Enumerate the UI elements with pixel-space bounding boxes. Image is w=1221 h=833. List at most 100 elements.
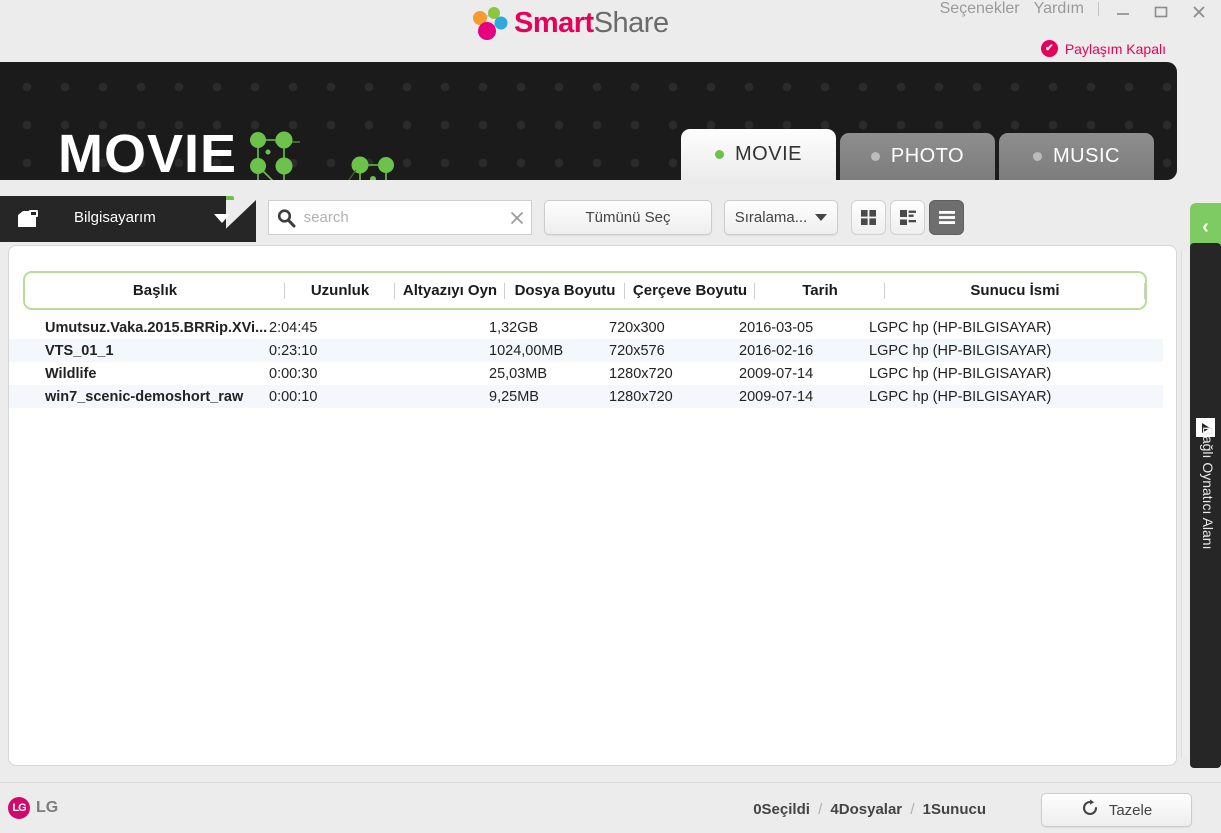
cell-framesize: 720x576 bbox=[609, 342, 665, 359]
tab-photo-label: PHOTO bbox=[890, 145, 965, 167]
cell-length: 0:00:30 bbox=[269, 365, 318, 382]
grid-icon bbox=[861, 210, 876, 225]
menu-divider bbox=[1098, 2, 1099, 16]
cell-server: LGPC hp (HP-BILGISAYAR) bbox=[869, 388, 1052, 405]
banner-title: MOVIE bbox=[58, 124, 238, 180]
share-status-label: Paylaşım Kapalı bbox=[1064, 40, 1166, 57]
cell-filesize: 1024,00MB bbox=[489, 342, 564, 359]
check-circle-icon: ✔ bbox=[1040, 40, 1058, 57]
table-header: Başlık Uzunluk Altyazıyı Oyn Dosya Boyut… bbox=[23, 271, 1147, 310]
status-summary: 0Seçildi / 4Dosyalar / 1Sunucu bbox=[753, 801, 986, 818]
source-selector-label: Bilgisayarım bbox=[74, 209, 156, 226]
cell-date: 2016-03-05 bbox=[739, 319, 814, 336]
grid-view-button[interactable] bbox=[851, 200, 886, 235]
cell-filesize: 25,03MB bbox=[489, 365, 548, 382]
table-row[interactable]: Wildlife 0:00:30 25,03MB 1280x720 2009-0… bbox=[9, 362, 1163, 385]
tab-dot-icon bbox=[715, 150, 725, 159]
source-selector[interactable]: Bilgisayarım bbox=[0, 196, 256, 242]
maximize-button[interactable] bbox=[1147, 0, 1175, 24]
tab-music[interactable]: MUSIC bbox=[999, 133, 1154, 180]
table-row[interactable]: Umutsuz.Vaka.2015.BRRip.XVi... 2:04:45 1… bbox=[9, 316, 1163, 339]
tab-photo[interactable]: PHOTO bbox=[840, 133, 995, 180]
refresh-icon bbox=[1081, 799, 1099, 821]
cell-server: LGPC hp (HP-BILGISAYAR) bbox=[869, 365, 1052, 382]
column-header-length[interactable]: Uzunluk bbox=[285, 282, 395, 299]
search-icon bbox=[269, 208, 304, 228]
status-selected: 0Seçildi bbox=[753, 801, 810, 818]
share-status[interactable]: ✔ Paylaşım Kapalı bbox=[1040, 40, 1166, 57]
tab-movie-label: MOVIE bbox=[735, 143, 802, 165]
cell-title: Umutsuz.Vaka.2015.BRRip.XVi... bbox=[45, 319, 268, 336]
detail-view-button[interactable] bbox=[890, 200, 925, 235]
sort-dropdown[interactable]: Sıralama... bbox=[724, 200, 838, 235]
cell-framesize: 1280x720 bbox=[609, 388, 673, 405]
cell-length: 2:04:45 bbox=[269, 319, 318, 336]
column-header-filesize[interactable]: Dosya Boyutu bbox=[505, 282, 625, 299]
status-separator: / bbox=[910, 801, 915, 818]
cell-framesize: 1280x720 bbox=[609, 365, 673, 382]
lg-logo-text: LG bbox=[36, 799, 59, 816]
column-header-label: Dosya Boyutu bbox=[514, 282, 616, 299]
tab-movie[interactable]: MOVIE bbox=[681, 129, 836, 180]
sort-dropdown-label: Sıralama... bbox=[734, 209, 808, 226]
footer: LG LG 0Seçildi / 4Dosyalar / 1Sunucu Taz… bbox=[0, 782, 1221, 833]
tab-dot-icon bbox=[870, 152, 880, 161]
column-header-title[interactable]: Başlık bbox=[25, 282, 285, 299]
cell-title: VTS_01_1 bbox=[45, 342, 114, 359]
status-files: 4Dosyalar bbox=[830, 801, 903, 818]
list-view-button[interactable] bbox=[929, 200, 964, 235]
column-header-label: Uzunluk bbox=[310, 282, 370, 299]
chevron-down-icon bbox=[214, 214, 230, 223]
table-body: Umutsuz.Vaka.2015.BRRip.XVi... 2:04:45 1… bbox=[9, 316, 1163, 408]
detail-list-icon bbox=[899, 210, 916, 225]
status-servers: 1Sunucu bbox=[922, 801, 986, 818]
list-icon bbox=[938, 211, 955, 224]
column-header-date[interactable]: Tarih bbox=[755, 282, 885, 299]
computer-folder-icon bbox=[16, 208, 42, 230]
search-box[interactable] bbox=[268, 200, 532, 235]
dock-label: Bağlı Oynatıcı Alanı bbox=[1200, 426, 1216, 550]
cell-server: LGPC hp (HP-BILGISAYAR) bbox=[869, 319, 1052, 336]
search-input[interactable] bbox=[303, 209, 503, 226]
tab-dot-icon bbox=[1033, 152, 1043, 161]
smartshare-logo-icon bbox=[468, 3, 512, 43]
chevron-down-icon bbox=[815, 214, 828, 221]
menu-item-help[interactable]: Yardım bbox=[1034, 0, 1084, 18]
column-header-label: Başlık bbox=[132, 282, 178, 299]
cell-filesize: 1,32GB bbox=[489, 319, 539, 336]
column-header-subtitle[interactable]: Altyazıyı Oyn bbox=[395, 282, 505, 299]
close-button[interactable] bbox=[1185, 0, 1213, 24]
cell-title: Wildlife bbox=[45, 365, 97, 382]
refresh-button[interactable]: Tazele bbox=[1041, 793, 1192, 827]
lg-logo-mark: LG bbox=[8, 797, 30, 819]
column-header-server[interactable]: Sunucu İsmi bbox=[885, 282, 1145, 299]
column-header-framesize[interactable]: Çerçeve Boyutu bbox=[625, 282, 755, 299]
content-scrollbar[interactable] bbox=[1181, 250, 1188, 758]
table-row[interactable]: win7_scenic-demoshort_raw 0:00:10 9,25MB… bbox=[9, 385, 1163, 408]
search-clear-icon[interactable] bbox=[503, 211, 531, 225]
cell-date: 2016-02-16 bbox=[739, 342, 814, 359]
cell-date: 2009-07-14 bbox=[739, 388, 814, 405]
tab-music-label: MUSIC bbox=[1053, 145, 1120, 167]
menu-bar: Seçenekler Yardım bbox=[940, 0, 1099, 18]
smartshare-logo-text: SmartShare bbox=[514, 7, 669, 40]
cell-framesize: 720x300 bbox=[609, 319, 665, 336]
cell-title: win7_scenic-demoshort_raw bbox=[45, 388, 244, 405]
select-all-button[interactable]: Tümünü Seç bbox=[544, 200, 712, 235]
brand-share: Share bbox=[593, 6, 669, 39]
connected-player-dock[interactable]: Bağlı Oynatıcı Alanı bbox=[1190, 243, 1221, 768]
column-header-label: Tarih bbox=[802, 282, 838, 299]
window-controls bbox=[1109, 0, 1213, 24]
chevron-left-icon: ‹ bbox=[1202, 215, 1209, 238]
menu-item-options[interactable]: Seçenekler bbox=[940, 0, 1020, 18]
cell-date: 2009-07-14 bbox=[739, 365, 814, 382]
smartshare-window: SmartShare Seçenekler Yardım ✔ Paylaşım … bbox=[0, 0, 1221, 833]
category-tabs: MOVIE PHOTO MUSIC bbox=[681, 129, 1154, 180]
cell-server: LGPC hp (HP-BILGISAYAR) bbox=[869, 342, 1052, 359]
column-divider[interactable] bbox=[1144, 282, 1145, 299]
table-row[interactable]: VTS_01_1 0:23:10 1024,00MB 720x576 2016-… bbox=[9, 339, 1163, 362]
column-header-label: Sunucu İsmi bbox=[970, 282, 1060, 299]
cell-length: 0:23:10 bbox=[269, 342, 318, 359]
minimize-button[interactable] bbox=[1109, 0, 1137, 24]
refresh-label: Tazele bbox=[1108, 801, 1153, 819]
